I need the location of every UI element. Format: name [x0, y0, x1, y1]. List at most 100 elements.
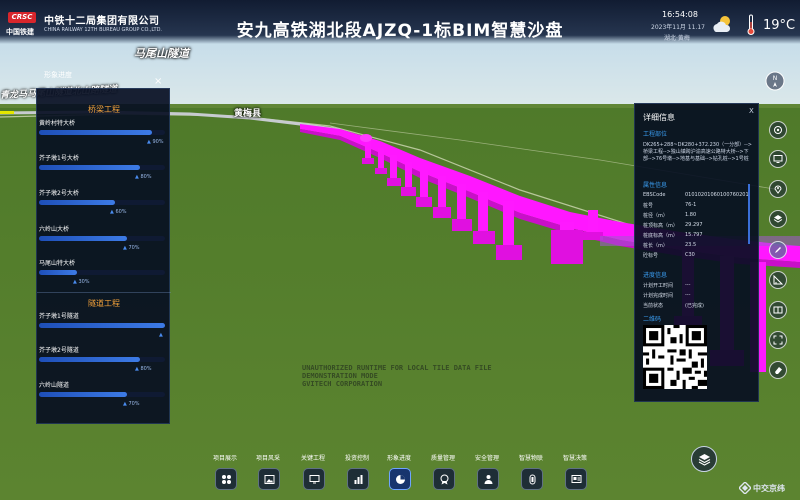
attribute-row: 桩径（m） 1.80 — [643, 212, 751, 220]
detail-panel: 详细信息 X 工程部位 DK265+288~DK280+372.230（一分部）… — [634, 103, 759, 402]
nav-project-style[interactable]: 项目风采 — [250, 453, 286, 495]
eraser-tool-button[interactable] — [769, 361, 787, 379]
progress-percent-value: 70% — [128, 245, 140, 251]
attributes-scrollbar[interactable] — [748, 184, 750, 244]
header-bar: CRSC 中国铁建 中铁十二局集团有限公司 CHINA RAILWAY 12TH… — [0, 0, 800, 44]
progress-track — [39, 200, 165, 205]
progress-percent-value: 30% — [78, 279, 90, 285]
nav-image-progress[interactable]: 形象进度 — [381, 453, 417, 495]
progress-track — [39, 130, 165, 135]
monitor-icon — [309, 475, 320, 484]
compass-icon[interactable]: N — [765, 71, 785, 91]
progress-percent-value: 80% — [140, 174, 152, 180]
split-view-tool-button[interactable] — [769, 301, 787, 319]
compass-north-label: N — [773, 75, 778, 82]
date: 2023年11月 11.17 — [651, 24, 705, 31]
nav-key-engineering[interactable]: 关键工程 — [295, 453, 331, 495]
progress-fill — [39, 236, 128, 241]
section-location: 工程部位 — [643, 131, 668, 138]
county-label[interactable]: 黄梅县 — [234, 106, 261, 119]
progress-track — [39, 323, 165, 328]
attribute-key: EBSCode — [643, 192, 666, 198]
progress-item-bridge[interactable]: 六岭山大桥 ▲ 70% — [39, 224, 165, 254]
progress-percent: ▲ 30% — [73, 279, 90, 285]
layers-toggle-button[interactable] — [691, 446, 717, 472]
nav-investment-control[interactable]: 投资控制 — [339, 453, 375, 495]
attribute-key: 桩径（m） — [643, 213, 668, 219]
progress-percent: ▲ 70% — [123, 401, 140, 407]
progress-item-label: 芥子墩1号隧道 — [39, 313, 79, 320]
bar-chart-icon — [354, 475, 363, 484]
tunnel-label-top[interactable]: 马尾山隧道 — [134, 45, 189, 61]
nav-smart-decision[interactable]: 智慧决策 — [557, 453, 593, 495]
progress-percent-value: 60% — [115, 209, 127, 215]
progress-fill — [39, 130, 153, 135]
progress-item-label: 芥子墩1号大桥 — [39, 155, 79, 162]
nav-label: 智慧决策 — [562, 455, 587, 462]
attribute-value: 76-1 — [685, 202, 697, 208]
attribute-value: C30 — [685, 252, 695, 258]
pen-tool-button[interactable] — [769, 241, 787, 259]
location-tool-button[interactable] — [769, 180, 787, 198]
location: 湖北·黄梅 — [664, 35, 690, 42]
progress-fill — [39, 165, 140, 170]
progress-item-bridge[interactable]: 马尾山特大桥 ▲ 30% — [39, 258, 165, 288]
attribute-row: 桩长（m） 23.5 — [643, 242, 751, 250]
nav-safety-management[interactable]: 安全管理 — [469, 453, 505, 495]
layers-tool-button[interactable] — [769, 210, 787, 228]
progress-item-tunnel[interactable]: 六岭山隧道 ▲ 70% — [39, 380, 165, 410]
nav-project-display[interactable]: 项目展示 — [207, 453, 243, 495]
monitor-icon — [773, 155, 783, 163]
progress-info-key: 计划完成时间 — [643, 293, 674, 299]
progress-item-bridge[interactable]: 芥子墩2号大桥 ▲ 60% — [39, 188, 165, 218]
target-icon — [774, 126, 782, 134]
quality-badge-icon — [440, 474, 449, 485]
left-panel-close-icon[interactable]: × — [154, 76, 162, 87]
progress-item-label: 六岭山大桥 — [39, 226, 70, 233]
left-panel-tag: 形象进度 — [44, 71, 72, 79]
progress-item-tunnel[interactable]: 芥子墩2号隧道 ▲ 80% — [39, 345, 165, 375]
progress-item-bridge[interactable]: 芥子墩1号大桥 ▲ 80% — [39, 153, 165, 183]
watermark-line: DEMONSTRATION MODE — [302, 372, 378, 380]
eraser-icon — [775, 367, 782, 374]
attribute-row: EBSCode 01010201060100760201 — [643, 192, 751, 200]
railway-marker — [0, 111, 14, 114]
progress-percent: ▲ 80% — [135, 174, 152, 180]
progress-item-label: 六岭山隧道 — [39, 382, 70, 389]
attribute-row: 桩顶标高（m） 29.297 — [643, 222, 751, 230]
progress-fill — [39, 357, 140, 362]
progress-track — [39, 236, 165, 241]
monitor-tool-button[interactable] — [769, 150, 787, 168]
attribute-key: 桩长（m） — [643, 243, 668, 249]
measure-tool-button[interactable] — [769, 271, 787, 289]
nav-smart-iot[interactable]: 智慧物联 — [513, 453, 549, 495]
progress-percent-value: 90% — [152, 139, 164, 145]
progress-percent: ▲ 60% — [110, 209, 127, 215]
fullscreen-tool-button[interactable] — [769, 331, 787, 349]
progress-item-tunnel[interactable]: 芥子墩1号隧道 ▲ — [39, 311, 165, 341]
pie-chart-icon — [396, 475, 405, 484]
attribute-row: 桩底标高（m） 15.797 — [643, 232, 751, 240]
progress-track — [39, 392, 165, 397]
section-attributes: 属性信息 — [643, 182, 668, 189]
detail-panel-title: 详细信息 — [643, 113, 675, 122]
progress-item-label: 马尾山特大桥 — [39, 260, 76, 267]
progress-fill — [39, 392, 128, 397]
target-tool-button[interactable] — [769, 121, 787, 139]
worker-icon — [484, 475, 493, 484]
section-divider — [37, 292, 171, 293]
location-pin-icon — [774, 185, 782, 194]
bridge-node — [360, 134, 372, 142]
grid-icon — [222, 475, 231, 484]
qr-code[interactable] — [643, 325, 707, 389]
cloud-sun-icon — [713, 16, 731, 32]
progress-item-bridge[interactable]: 黄岭村特大桥 ▲ 90% — [39, 118, 165, 148]
progress-percent: ▲ 90% — [147, 139, 164, 145]
detail-close-icon[interactable]: X — [749, 107, 754, 115]
temperature: 19°C — [763, 18, 796, 33]
progress-info-row: 当前状态 (已完成) — [643, 302, 751, 310]
attribute-value: 1.80 — [685, 212, 697, 218]
nav-quality-management[interactable]: 质量管理 — [425, 453, 461, 495]
progress-info-key: 计划开工时间 — [643, 283, 674, 289]
watermark-line: UNAUTHORIZED RUNTIME FOR LOCAL TILE DATA… — [302, 364, 492, 372]
